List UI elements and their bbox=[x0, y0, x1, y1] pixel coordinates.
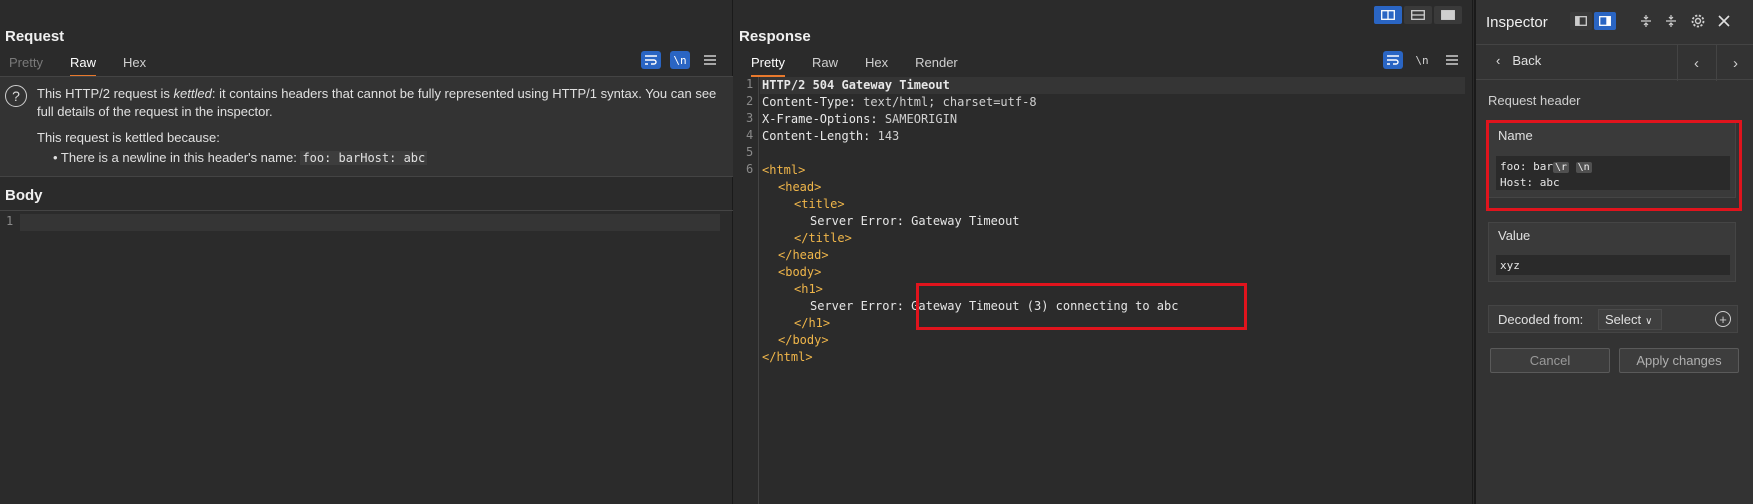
hamburger-menu-icon[interactable] bbox=[700, 51, 720, 69]
line-number: 3 bbox=[746, 111, 754, 125]
response-panel: Response Pretty Raw Hex Render \n 1 2 3 … bbox=[734, 0, 1473, 504]
request-tabs: Pretty Raw Hex bbox=[9, 55, 146, 77]
close-icon[interactable] bbox=[1714, 12, 1734, 30]
header-line: Content-Type: text/html; charset=utf-8 bbox=[762, 95, 1037, 109]
inspector-layout-right-icon[interactable] bbox=[1594, 12, 1616, 30]
kettled-notice: ? This HTTP/2 request is kettled: it con… bbox=[0, 76, 733, 177]
apply-changes-button[interactable]: Apply changes bbox=[1619, 348, 1739, 373]
help-icon: ? bbox=[5, 85, 27, 107]
line-number: 6 bbox=[746, 162, 754, 176]
kettled-reason-title: This request is kettled because: bbox=[37, 130, 220, 145]
next-item-button[interactable]: › bbox=[1716, 45, 1753, 81]
line-number: 5 bbox=[746, 145, 754, 159]
header-line: X-Frame-Options: SAMEORIGIN bbox=[762, 112, 958, 126]
highlight-box bbox=[916, 283, 1247, 330]
response-title: Response bbox=[739, 28, 811, 45]
line-number: 1 bbox=[746, 77, 754, 91]
inspector-layout-left-icon[interactable] bbox=[1570, 12, 1592, 30]
body-title: Body bbox=[5, 187, 43, 204]
html-tag-line: </h1> bbox=[794, 316, 831, 330]
line-number: 4 bbox=[746, 128, 754, 142]
decoded-from-label: Decoded from: bbox=[1498, 312, 1584, 327]
chevron-left-icon: ‹ bbox=[1694, 54, 1699, 72]
line-number: 2 bbox=[746, 94, 754, 108]
chevron-left-icon: ‹ bbox=[1496, 53, 1501, 68]
hamburger-menu-icon[interactable] bbox=[1442, 51, 1462, 69]
line-number-gutter: 1 2 3 4 5 6 bbox=[734, 77, 759, 504]
header-value-section: Value xyz bbox=[1488, 222, 1736, 282]
chevron-right-icon: › bbox=[1733, 54, 1738, 72]
html-tag-line: <title> bbox=[794, 197, 845, 211]
newline-toggle-button[interactable]: \n bbox=[670, 51, 690, 69]
request-panel: Request Pretty Raw Hex \n ? This HTTP/2 … bbox=[0, 0, 733, 504]
layout-toggle bbox=[1374, 6, 1462, 24]
previous-item-button[interactable]: ‹ bbox=[1677, 45, 1715, 81]
decoded-from-select[interactable]: Select ∨ bbox=[1598, 309, 1662, 330]
add-icon[interactable]: + bbox=[1715, 311, 1731, 327]
html-tag-line: </head> bbox=[778, 248, 829, 262]
split-horizontal-layout-icon[interactable] bbox=[1374, 6, 1402, 24]
html-tag-line: </title> bbox=[794, 231, 852, 245]
tab-render[interactable]: Render bbox=[915, 55, 958, 77]
status-line: HTTP/2 504 Gateway Timeout bbox=[762, 78, 950, 92]
highlight-box bbox=[1486, 120, 1742, 211]
tab-hex[interactable]: Hex bbox=[865, 55, 888, 77]
header-line: Content-Length: 143 bbox=[762, 129, 900, 143]
line-number: 1 bbox=[6, 214, 14, 228]
tab-pretty[interactable]: Pretty bbox=[9, 55, 43, 77]
value-label: Value bbox=[1498, 228, 1531, 243]
tab-hex[interactable]: Hex bbox=[123, 55, 146, 77]
inspector-nav-bar: ‹ Back ‹ › bbox=[1476, 44, 1753, 81]
html-tag-line: </html> bbox=[762, 350, 813, 364]
request-header-label: Request header bbox=[1488, 93, 1581, 108]
split-vertical-layout-icon[interactable] bbox=[1404, 6, 1432, 24]
inspector-title: Inspector bbox=[1486, 14, 1548, 31]
tab-pretty[interactable]: Pretty bbox=[751, 55, 785, 77]
newline-toggle-button[interactable]: \n bbox=[1412, 51, 1432, 69]
kettled-description: This HTTP/2 request is kettled: it conta… bbox=[37, 86, 717, 119]
tab-raw[interactable]: Raw bbox=[69, 55, 96, 77]
cancel-button[interactable]: Cancel bbox=[1490, 348, 1610, 373]
back-button[interactable]: ‹ Back bbox=[1496, 53, 1541, 68]
request-title: Request bbox=[5, 28, 65, 45]
kettled-reason-item: • There is a newline in this header's na… bbox=[53, 150, 428, 165]
chevron-down-icon: ∨ bbox=[1645, 316, 1653, 327]
gear-icon[interactable] bbox=[1688, 12, 1708, 30]
inspector-panel: Inspector ‹ Back ‹ › Request header Name … bbox=[1474, 0, 1753, 504]
html-tag-line: <h1> bbox=[794, 282, 823, 296]
html-tag-line: <html> bbox=[762, 163, 806, 177]
tabbed-layout-icon[interactable] bbox=[1434, 6, 1462, 24]
word-wrap-icon[interactable] bbox=[641, 51, 661, 69]
tab-raw[interactable]: Raw bbox=[812, 55, 838, 77]
header-value-field[interactable]: xyz bbox=[1496, 255, 1730, 275]
collapse-all-icon[interactable] bbox=[1661, 12, 1681, 30]
expand-all-icon[interactable] bbox=[1636, 12, 1656, 30]
response-tabs: Pretty Raw Hex Render bbox=[751, 55, 958, 77]
html-tag-line: </body> bbox=[778, 333, 829, 347]
html-tag-line: <body> bbox=[778, 265, 822, 279]
current-line-highlight bbox=[20, 214, 720, 231]
html-text-line: Server Error: Gateway Timeout bbox=[810, 214, 1020, 228]
word-wrap-icon[interactable] bbox=[1383, 51, 1403, 69]
html-tag-line: <head> bbox=[778, 180, 822, 194]
decoded-from-row: Decoded from: Select ∨ + bbox=[1488, 305, 1738, 333]
inspector-layout-toggle bbox=[1570, 12, 1616, 30]
body-editor[interactable]: 1 bbox=[0, 210, 733, 504]
